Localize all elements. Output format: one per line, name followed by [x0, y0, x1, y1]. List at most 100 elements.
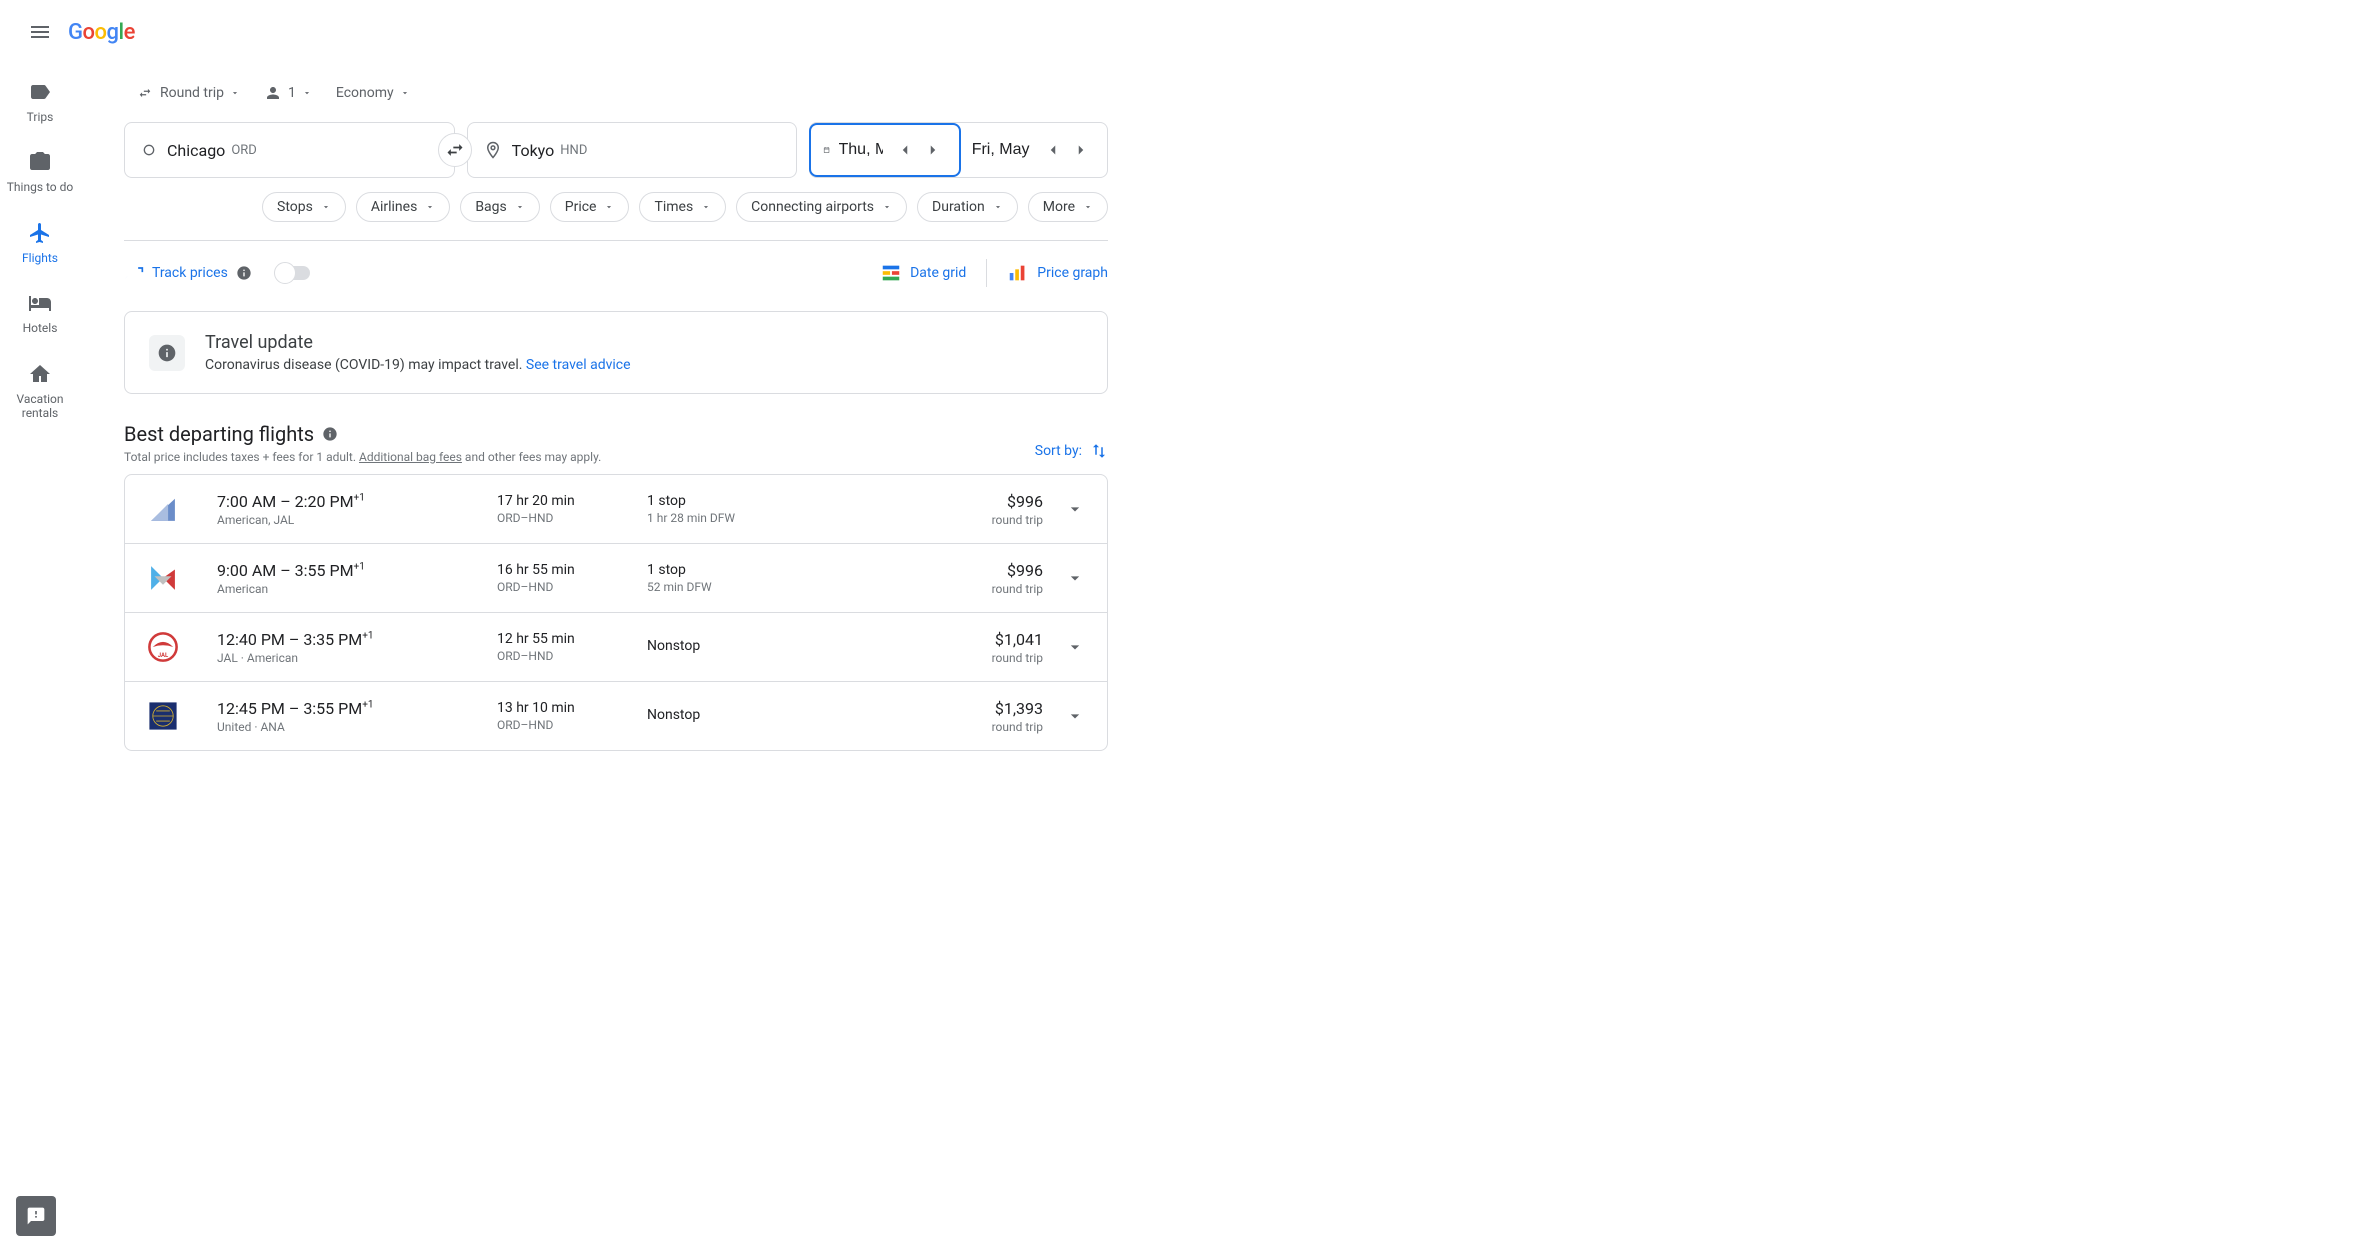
flight-price: $996	[992, 561, 1043, 580]
tag-icon	[28, 80, 52, 104]
info-icon[interactable]	[322, 426, 338, 442]
flight-trip-type: round trip	[992, 582, 1043, 596]
flight-stop-detail: 1 hr 28 min DFW	[647, 511, 817, 525]
return-prev-day-button[interactable]	[1039, 136, 1067, 164]
flight-times: 12:40 PM – 3:35 PM+1	[217, 630, 497, 649]
cabin-class-select[interactable]: Economy	[336, 81, 410, 105]
flight-duration: 13 hr 10 min	[497, 700, 647, 716]
flight-stops: 1 stop	[647, 493, 817, 509]
filter-label: Stops	[277, 199, 313, 215]
flight-row[interactable]: JAL 12:40 PM – 3:35 PM+1 JAL · American …	[125, 613, 1107, 682]
origin-input-box[interactable]: Chicago ORD	[124, 122, 455, 178]
filter-price[interactable]: Price	[550, 192, 630, 222]
track-prices-toggle[interactable]	[276, 266, 310, 280]
flight-stops: Nonstop	[647, 707, 817, 723]
chevron-down-icon	[604, 202, 614, 212]
swap-arrows-icon	[136, 86, 154, 100]
sidebar-item-vacation-rentals[interactable]: Vacation rentals	[4, 350, 76, 431]
chevron-down-icon	[882, 202, 892, 212]
flight-route: ORD–HND	[497, 649, 647, 663]
filter-more[interactable]: More	[1028, 192, 1108, 222]
chevron-down-icon	[1065, 637, 1085, 657]
sidebar-item-trips[interactable]: Trips	[4, 68, 76, 134]
filter-connecting-airports[interactable]: Connecting airports	[736, 192, 907, 222]
expand-flight-button[interactable]	[1063, 635, 1087, 659]
bag-fees-link[interactable]: Additional bag fees	[359, 450, 462, 464]
flight-row[interactable]: 12:45 PM – 3:55 PM+1 United · ANA 13 hr …	[125, 682, 1107, 750]
travel-update-banner: Travel update Coronavirus disease (COVID…	[124, 311, 1108, 394]
filter-label: Times	[654, 199, 693, 215]
flight-times: 9:00 AM – 3:55 PM+1	[217, 561, 497, 580]
filter-bags[interactable]: Bags	[460, 192, 539, 222]
hamburger-menu-button[interactable]	[16, 8, 64, 56]
chevron-down-icon	[1065, 499, 1085, 519]
flight-route: ORD–HND	[497, 511, 647, 525]
svg-text:JAL: JAL	[158, 652, 169, 659]
google-logo[interactable]: Google	[68, 20, 135, 45]
travel-advice-link[interactable]: See travel advice	[526, 357, 631, 373]
expand-flight-button[interactable]	[1063, 566, 1087, 590]
return-next-day-button[interactable]	[1067, 136, 1095, 164]
airline-logo	[145, 698, 181, 734]
flight-trip-type: round trip	[992, 651, 1043, 665]
filter-airlines[interactable]: Airlines	[356, 192, 450, 222]
date-grid-button[interactable]: Date grid	[880, 262, 966, 284]
origin-dot-icon	[141, 142, 157, 158]
flight-row[interactable]: 7:00 AM – 2:20 PM+1 American, JAL 17 hr …	[125, 475, 1107, 544]
chevron-down-icon	[993, 202, 1003, 212]
hamburger-icon	[28, 20, 52, 44]
flight-trip-type: round trip	[992, 720, 1043, 734]
expand-flight-button[interactable]	[1063, 497, 1087, 521]
feedback-button[interactable]	[16, 1196, 56, 1236]
sort-by-button[interactable]: Sort by:	[1035, 442, 1108, 460]
calendar-icon	[823, 140, 830, 160]
filter-label: Airlines	[371, 199, 417, 215]
flight-airlines: United · ANA	[217, 720, 497, 734]
filter-label: Bags	[475, 199, 506, 215]
filter-stops[interactable]: Stops	[262, 192, 346, 222]
airline-logo: JAL	[145, 629, 181, 665]
return-date-field[interactable]	[972, 141, 1031, 159]
chevron-down-icon	[425, 202, 435, 212]
travel-update-body: Coronavirus disease (COVID-19) may impac…	[205, 357, 522, 373]
flight-route: ORD–HND	[497, 580, 647, 594]
trip-type-select[interactable]: Round trip	[136, 81, 240, 105]
price-graph-icon	[1007, 262, 1029, 284]
sidebar-item-flights[interactable]: Flights	[4, 209, 76, 275]
sidebar-item-label: Hotels	[23, 321, 58, 335]
chevron-down-icon	[230, 88, 240, 98]
depart-date-field[interactable]	[839, 141, 883, 159]
filter-times[interactable]: Times	[639, 192, 726, 222]
track-prices-button[interactable]: Track prices	[124, 263, 252, 283]
return-date-input[interactable]	[960, 123, 1107, 177]
info-icon	[236, 265, 252, 281]
flight-row[interactable]: 9:00 AM – 3:55 PM+1 American 16 hr 55 mi…	[125, 544, 1107, 613]
swap-locations-button[interactable]	[438, 133, 472, 167]
chevron-down-icon	[515, 202, 525, 212]
airline-logo	[145, 491, 181, 527]
airline-logo	[145, 560, 181, 596]
flight-stops: 1 stop	[647, 562, 817, 578]
destination-input-box[interactable]: Tokyo HND	[467, 122, 798, 178]
depart-next-day-button[interactable]	[919, 136, 947, 164]
sort-arrows-icon	[1090, 442, 1108, 460]
filter-label: Price	[565, 199, 597, 215]
price-graph-button[interactable]: Price graph	[1007, 262, 1108, 284]
chevron-down-icon	[1065, 568, 1085, 588]
travel-update-title: Travel update	[205, 332, 631, 353]
sidebar-item-things-to-do[interactable]: Things to do	[4, 138, 76, 204]
bed-icon	[28, 291, 52, 315]
chevron-down-icon	[1065, 706, 1085, 726]
depart-date-input[interactable]	[809, 123, 960, 177]
sidebar: TripsThings to doFlights Hotels Vacation r…	[0, 64, 80, 430]
sidebar-item-hotels[interactable]: Hotels	[4, 279, 76, 345]
flight-stop-detail: 52 min DFW	[647, 580, 817, 594]
flight-airlines: JAL · American	[217, 651, 497, 665]
passengers-select[interactable]: 1	[264, 80, 312, 106]
flight-route: ORD–HND	[497, 718, 647, 732]
filter-duration[interactable]: Duration	[917, 192, 1018, 222]
depart-prev-day-button[interactable]	[891, 136, 919, 164]
plane-icon	[28, 221, 52, 245]
expand-flight-button[interactable]	[1063, 704, 1087, 728]
flight-airlines: American, JAL	[217, 513, 497, 527]
